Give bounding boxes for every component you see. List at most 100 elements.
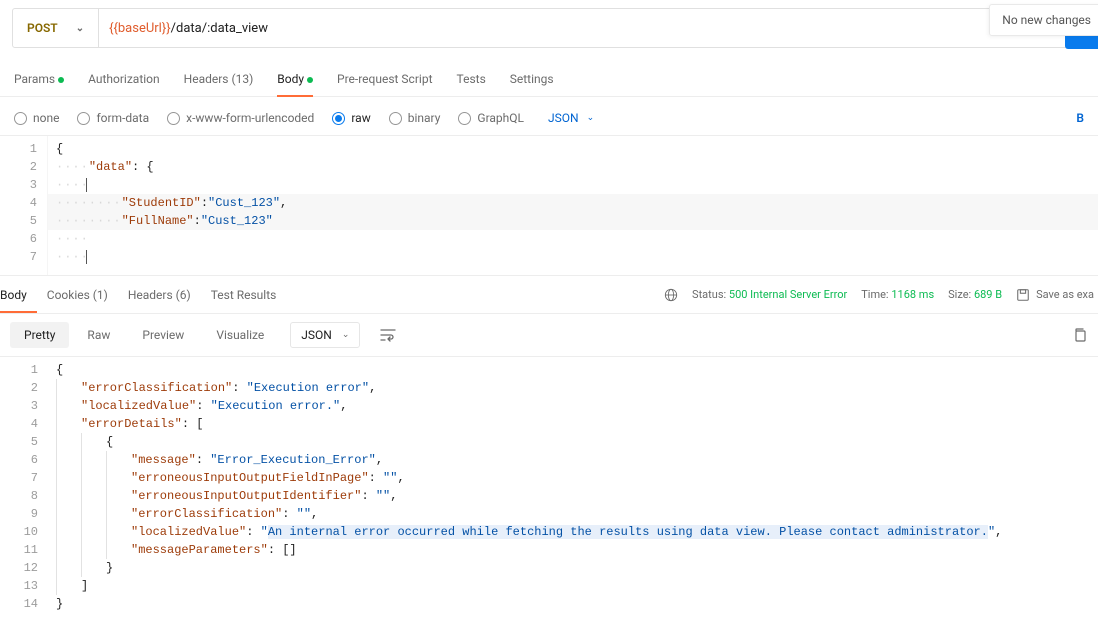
beautify-button[interactable]: B <box>1076 111 1084 125</box>
wrap-lines-button[interactable] <box>380 328 396 342</box>
request-tabs: Params Authorization Headers (13) Body P… <box>0 62 1098 97</box>
save-icon <box>1016 288 1030 302</box>
code-token: "data" <box>89 160 132 174</box>
url-path: /data/:data_view <box>171 21 268 36</box>
chevron-down-icon: ⌄ <box>76 23 84 34</box>
time-label-text: Time: <box>861 288 888 301</box>
resp-tab-body[interactable]: Body <box>0 278 37 312</box>
radio-formdata[interactable]: form-data <box>77 111 149 125</box>
radio-raw[interactable]: raw <box>332 111 370 125</box>
line-gutter: 1234567 <box>0 136 48 275</box>
resp-value: An internal error occurred while fetchin… <box>268 525 988 539</box>
code-token: "Cust_123" <box>201 214 273 228</box>
radio-none[interactable]: none <box>14 111 59 125</box>
code-area[interactable]: { ····"data": { ···· ········"StudentID"… <box>48 136 1098 275</box>
radio-binary[interactable]: binary <box>389 111 441 125</box>
indent-dots: ···· <box>56 250 89 264</box>
response-tabs: Body Cookies (1) Headers (6) Test Result… <box>0 276 1098 314</box>
status-label-text: Status: <box>692 288 726 301</box>
radio-icon <box>167 112 180 125</box>
radio-icon <box>389 112 402 125</box>
text-cursor <box>86 250 87 264</box>
code-token: "StudentID" <box>122 196 201 210</box>
view-preview[interactable]: Preview <box>128 322 198 348</box>
chevron-down-icon: ⌄ <box>587 113 595 123</box>
format-label: JSON <box>301 328 332 342</box>
view-row: Pretty Raw Preview Visualize JSON ⌄ <box>0 314 1098 357</box>
globe-icon <box>664 288 678 302</box>
resp-value: [] <box>282 543 296 557</box>
copy-button[interactable] <box>1072 327 1088 343</box>
radio-xwww[interactable]: x-www-form-urlencoded <box>167 111 314 125</box>
tab-body[interactable]: Body <box>277 62 313 96</box>
save-label: Save as exa <box>1036 288 1094 301</box>
tab-prerequest[interactable]: Pre-request Script <box>337 62 432 96</box>
radio-formdata-label: form-data <box>96 111 149 125</box>
view-visualize[interactable]: Visualize <box>202 322 278 348</box>
code-token: : { <box>132 160 154 174</box>
radio-icon <box>458 112 471 125</box>
code-token: "FullName" <box>122 214 194 228</box>
code-token: : <box>201 196 208 210</box>
response-status-bar: Status: 500 Internal Server Error Time: … <box>664 288 1094 302</box>
response-body-editor[interactable]: 1234567891011121314 { "errorClassificati… <box>0 357 1098 617</box>
view-pretty[interactable]: Pretty <box>10 322 69 348</box>
radio-graphql-label: GraphQL <box>477 111 524 125</box>
resp-gutter: 1234567891011121314 <box>0 357 48 617</box>
indent-dots: ···· <box>56 178 89 192</box>
status-label: Status: 500 Internal Server Error <box>692 288 847 301</box>
view-raw[interactable]: Raw <box>73 322 124 348</box>
save-as-example-button[interactable]: Save as exa <box>1016 288 1094 302</box>
dot-indicator-icon <box>307 77 313 83</box>
body-type-row: none form-data x-www-form-urlencoded raw… <box>0 97 1098 136</box>
request-url-bar: POST ⌄ {{baseUrl}}/data/:data_view Send <box>12 8 1086 48</box>
method-value: POST <box>27 21 58 35</box>
size-label-text: Size: <box>948 288 971 301</box>
radio-icon <box>77 112 90 125</box>
radio-xwww-label: x-www-form-urlencoded <box>186 111 314 125</box>
radio-icon <box>14 112 27 125</box>
resp-tab-cookies[interactable]: Cookies (1) <box>37 278 118 312</box>
tab-body-label: Body <box>277 72 304 86</box>
tab-params[interactable]: Params <box>14 62 64 96</box>
code-token: , <box>280 196 287 210</box>
request-body-editor[interactable]: 1234567 { ····"data": { ···· ········"St… <box>0 136 1098 276</box>
radio-raw-label: raw <box>351 111 370 125</box>
time-value: 1168 ms <box>891 288 934 301</box>
resp-code: { "errorClassification": "Execution erro… <box>48 357 1098 617</box>
size-label: Size: 689 B <box>948 288 1002 301</box>
resp-value: Error_Execution_Error <box>217 453 368 467</box>
url-input[interactable]: {{baseUrl}}/data/:data_view <box>99 21 1085 36</box>
indent-dots: ···· <box>56 232 89 246</box>
resp-value: Execution error. <box>218 399 333 413</box>
indent-dots: ········ <box>56 196 122 210</box>
code-token: "Cust_123" <box>208 196 280 210</box>
response-format-dropdown[interactable]: JSON ⌄ <box>290 322 360 348</box>
status-code: 500 Internal Server Error <box>729 288 847 301</box>
tab-params-label: Params <box>14 72 55 86</box>
chevron-down-icon: ⌄ <box>342 330 350 340</box>
indent-dots: ···· <box>56 160 89 174</box>
dot-indicator-icon <box>58 77 64 83</box>
text-cursor <box>86 178 87 192</box>
resp-value: Execution error <box>254 381 362 395</box>
tab-authorization[interactable]: Authorization <box>88 62 160 96</box>
size-value: 689 B <box>974 288 1002 301</box>
tab-tests[interactable]: Tests <box>457 62 486 96</box>
content-type-dropdown[interactable]: JSON ⌄ <box>548 111 594 125</box>
radio-icon <box>332 112 345 125</box>
url-variable: {{baseUrl}} <box>109 21 171 36</box>
radio-none-label: none <box>33 111 59 125</box>
code-token: { <box>56 142 63 156</box>
time-label: Time: 1168 ms <box>861 288 934 301</box>
indent-dots: ········ <box>56 214 122 228</box>
resp-tab-testresults[interactable]: Test Results <box>201 278 287 312</box>
tab-settings[interactable]: Settings <box>510 62 554 96</box>
method-select[interactable]: POST ⌄ <box>13 9 99 47</box>
radio-graphql[interactable]: GraphQL <box>458 111 524 125</box>
radio-binary-label: binary <box>408 111 441 125</box>
code-token: : <box>194 214 201 228</box>
resp-tab-headers[interactable]: Headers (6) <box>118 278 201 312</box>
content-type-label: JSON <box>548 111 579 125</box>
tab-headers[interactable]: Headers (13) <box>184 62 254 96</box>
